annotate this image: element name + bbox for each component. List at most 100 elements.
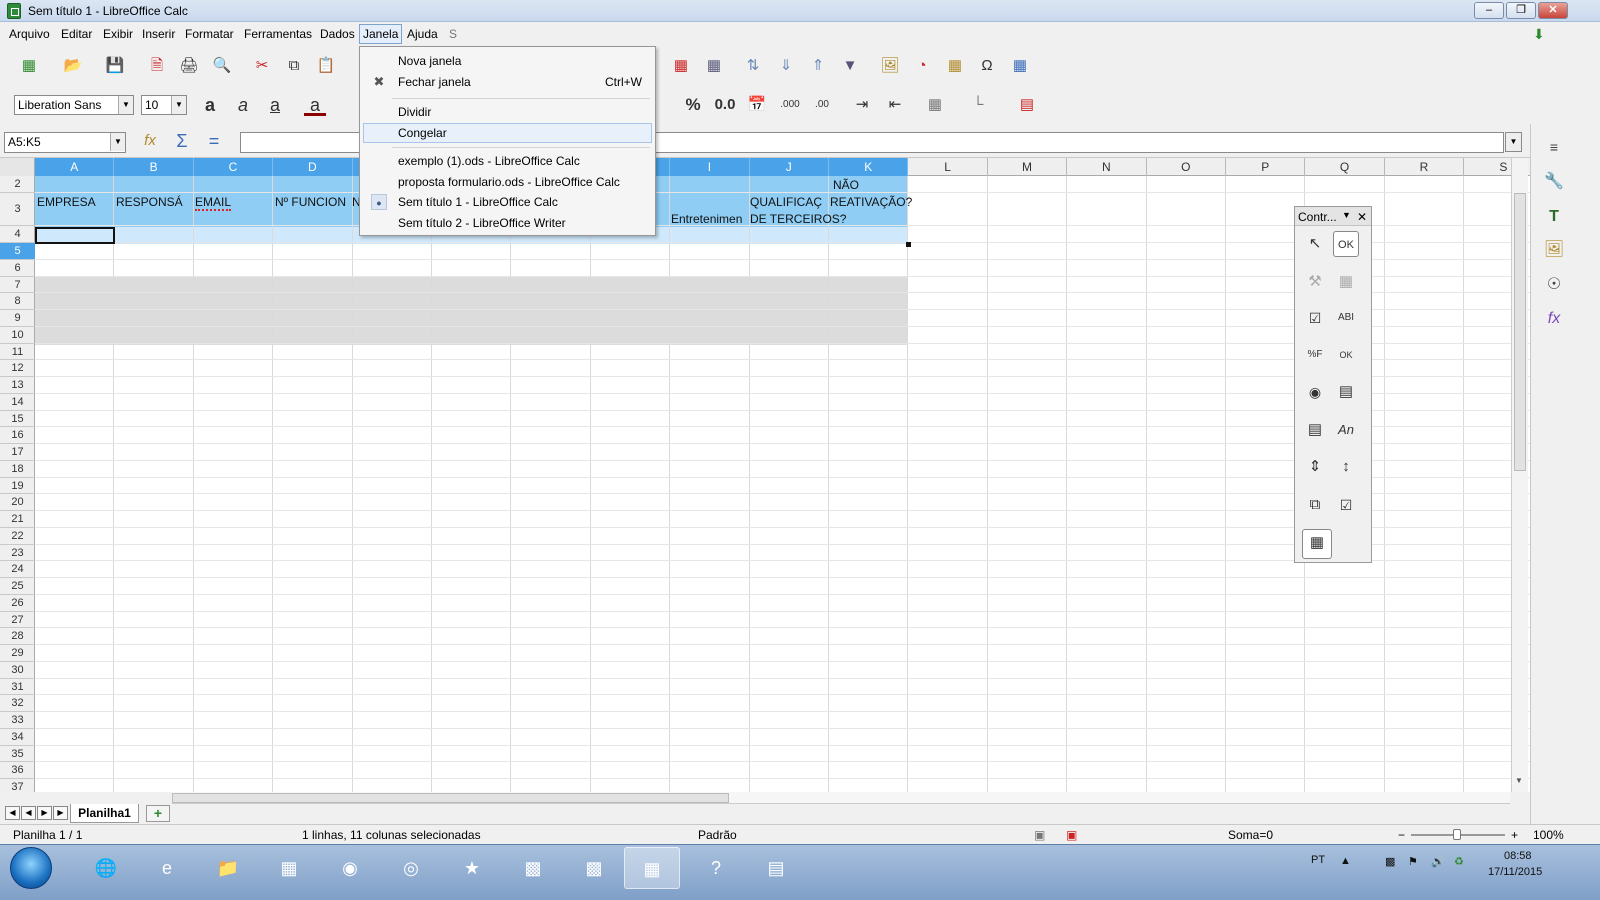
column-header-q[interactable]: Q	[1305, 158, 1385, 176]
row-header-17[interactable]: 17	[0, 444, 35, 461]
zoom-in-icon[interactable]: +	[1511, 828, 1518, 842]
properties-icon[interactable]: 🔧	[1541, 169, 1567, 195]
language-indicator[interactable]: PT	[1311, 854, 1325, 866]
zoom-slider-handle[interactable]	[1453, 829, 1461, 840]
navigator-icon[interactable]: ▦	[1009, 55, 1031, 77]
minimize-button[interactable]: –	[1474, 2, 1504, 19]
cell-j4[interactable]: DE TERCEIROS?	[750, 212, 846, 226]
update-icon[interactable]: ⬇	[1533, 26, 1549, 42]
name-box[interactable]: A5:K5 ▼	[4, 132, 126, 153]
next-sheet-icon[interactable]: ▶	[37, 806, 52, 820]
document-modified-icon[interactable]: ▣	[1066, 828, 1077, 842]
row-header-20[interactable]: 20	[0, 494, 35, 511]
design-mode-icon[interactable]: ⚒	[1302, 269, 1328, 295]
increase-indent-icon[interactable]: ⇥	[851, 94, 873, 116]
function-icon[interactable]: =	[203, 130, 225, 152]
chevron-down-icon[interactable]: ▼	[1342, 210, 1351, 220]
taskbar-monitor-icon[interactable]: ▩	[505, 847, 561, 889]
cell-i4[interactable]: Entretenimen	[671, 212, 742, 226]
row-header-18[interactable]: 18	[0, 461, 35, 478]
scroll-down-icon[interactable]: ▼	[1515, 776, 1523, 785]
column-header-o[interactable]: O	[1147, 158, 1226, 176]
previous-sheet-icon[interactable]: ◀	[21, 806, 36, 820]
volume-icon[interactable]: 🔊	[1431, 855, 1445, 868]
row-header-23[interactable]: 23	[0, 545, 35, 562]
zoom-level[interactable]: 100%	[1533, 828, 1564, 842]
sort-icon[interactable]: ⇅	[742, 55, 764, 77]
insert-image-icon[interactable]: 🖼	[879, 55, 901, 77]
paste-icon[interactable]: 📋	[315, 55, 337, 77]
row-header-8[interactable]: 8	[0, 293, 35, 310]
add-decimal-icon[interactable]: .000	[779, 94, 801, 116]
border-style-icon[interactable]: └	[967, 94, 989, 116]
panel-close-icon[interactable]: ✕	[1357, 210, 1367, 224]
column-header-k[interactable]: K	[829, 158, 909, 176]
cell-j3[interactable]: QUALIFICAÇ	[750, 195, 822, 209]
column-header-m[interactable]: M	[988, 158, 1068, 176]
print-preview-icon[interactable]: 🔍	[211, 55, 233, 77]
date-format-icon[interactable]: 📅	[746, 94, 768, 116]
menu-ferramentas[interactable]: Ferramentas	[244, 27, 312, 41]
column-header-a[interactable]: A	[35, 158, 115, 176]
taskbar-calculator-icon[interactable]: ▦	[261, 847, 317, 889]
column-header-b[interactable]: B	[114, 158, 194, 176]
menu-item-dividir[interactable]: Dividir	[363, 102, 652, 122]
calc-app-icon[interactable]	[7, 3, 21, 19]
row-header-16[interactable]: 16	[0, 427, 35, 444]
delete-decimal-icon[interactable]: .00	[811, 94, 833, 116]
row-header-4[interactable]: 4	[0, 226, 35, 243]
insert-rows-icon[interactable]: ▦	[670, 55, 692, 77]
borders-icon[interactable]: ▦	[924, 94, 946, 116]
font-name-combo[interactable]: Liberation Sans ▼	[14, 95, 134, 115]
cell-k2[interactable]: NÃO	[833, 178, 859, 192]
cell-b3[interactable]: RESPONSÁ	[116, 195, 183, 209]
sort-ascending-icon[interactable]: ⇑	[807, 55, 829, 77]
conditional-format-icon[interactable]: ▤	[1016, 94, 1038, 116]
special-character-icon[interactable]: Ω	[976, 55, 998, 77]
row-header-29[interactable]: 29	[0, 645, 35, 662]
menu-item-doc-sem-titulo-2[interactable]: Sem título 2 - LibreOffice Writer	[363, 213, 652, 233]
tray-app-icon[interactable]: ♻	[1454, 855, 1464, 868]
menu-item-doc-sem-titulo-1[interactable]: ● Sem título 1 - LibreOffice Calc	[363, 192, 652, 212]
form-design-icon[interactable]: ☑	[1333, 492, 1359, 518]
row-header-28[interactable]: 28	[0, 628, 35, 645]
row-header-32[interactable]: 32	[0, 695, 35, 712]
headers-icon[interactable]: ▦	[703, 55, 725, 77]
row-header-26[interactable]: 26	[0, 595, 35, 612]
insert-chart-icon[interactable]: ◔	[911, 55, 933, 77]
taskbar-firefox-icon[interactable]: ◉	[322, 847, 378, 889]
column-header-c[interactable]: C	[193, 158, 274, 176]
chevron-down-icon[interactable]: ▼	[171, 96, 186, 114]
chevron-down-icon[interactable]: ▼	[110, 133, 125, 151]
menu-exibir[interactable]: Exibir	[103, 27, 133, 41]
gallery-icon[interactable]: 🖼	[1541, 237, 1567, 263]
taskbar-help-icon[interactable]: ?	[688, 847, 744, 889]
export-pdf-icon[interactable]: 🗎	[146, 55, 168, 77]
row-header-10[interactable]: 10	[0, 327, 35, 344]
network-icon[interactable]: ▩	[1385, 855, 1395, 868]
menu-item-doc-proposta[interactable]: proposta formulario.ods - LibreOffice Ca…	[363, 172, 652, 192]
tray-expand-icon[interactable]: ▲	[1340, 855, 1351, 867]
print-icon[interactable]: 🖨	[178, 55, 200, 77]
sort-descending-icon[interactable]: ⇓	[775, 55, 797, 77]
styles-icon[interactable]: T	[1541, 204, 1567, 230]
row-header-24[interactable]: 24	[0, 561, 35, 578]
list-box-icon[interactable]: ▤	[1333, 379, 1359, 405]
menu-inserir[interactable]: Inserir	[142, 27, 175, 41]
column-header-j[interactable]: J	[749, 158, 829, 176]
taskbar-remote-desktop-icon[interactable]: ▩	[566, 847, 622, 889]
formatted-field-icon[interactable]: %F	[1302, 342, 1328, 368]
cell-cursor[interactable]	[35, 227, 115, 244]
select-cursor-icon[interactable]: ↖	[1302, 231, 1328, 257]
open-folder-icon[interactable]: 📂	[62, 55, 84, 77]
cell-k3[interactable]: REATIVAÇÃO?	[830, 195, 912, 209]
taskbar-writer-icon[interactable]: ▤	[748, 847, 804, 889]
last-sheet-icon[interactable]: ▶	[53, 806, 68, 820]
bold-icon[interactable]: a	[199, 94, 221, 116]
new-document-icon[interactable]: ▦	[18, 55, 40, 77]
sheet-tab-planilha1[interactable]: Planilha1	[70, 804, 139, 823]
menu-ajuda[interactable]: Ajuda	[407, 27, 438, 41]
menu-editar[interactable]: Editar	[61, 27, 92, 41]
autofilter-icon[interactable]: ▼	[839, 55, 861, 77]
navigator-icon[interactable]: ☉	[1541, 272, 1567, 298]
